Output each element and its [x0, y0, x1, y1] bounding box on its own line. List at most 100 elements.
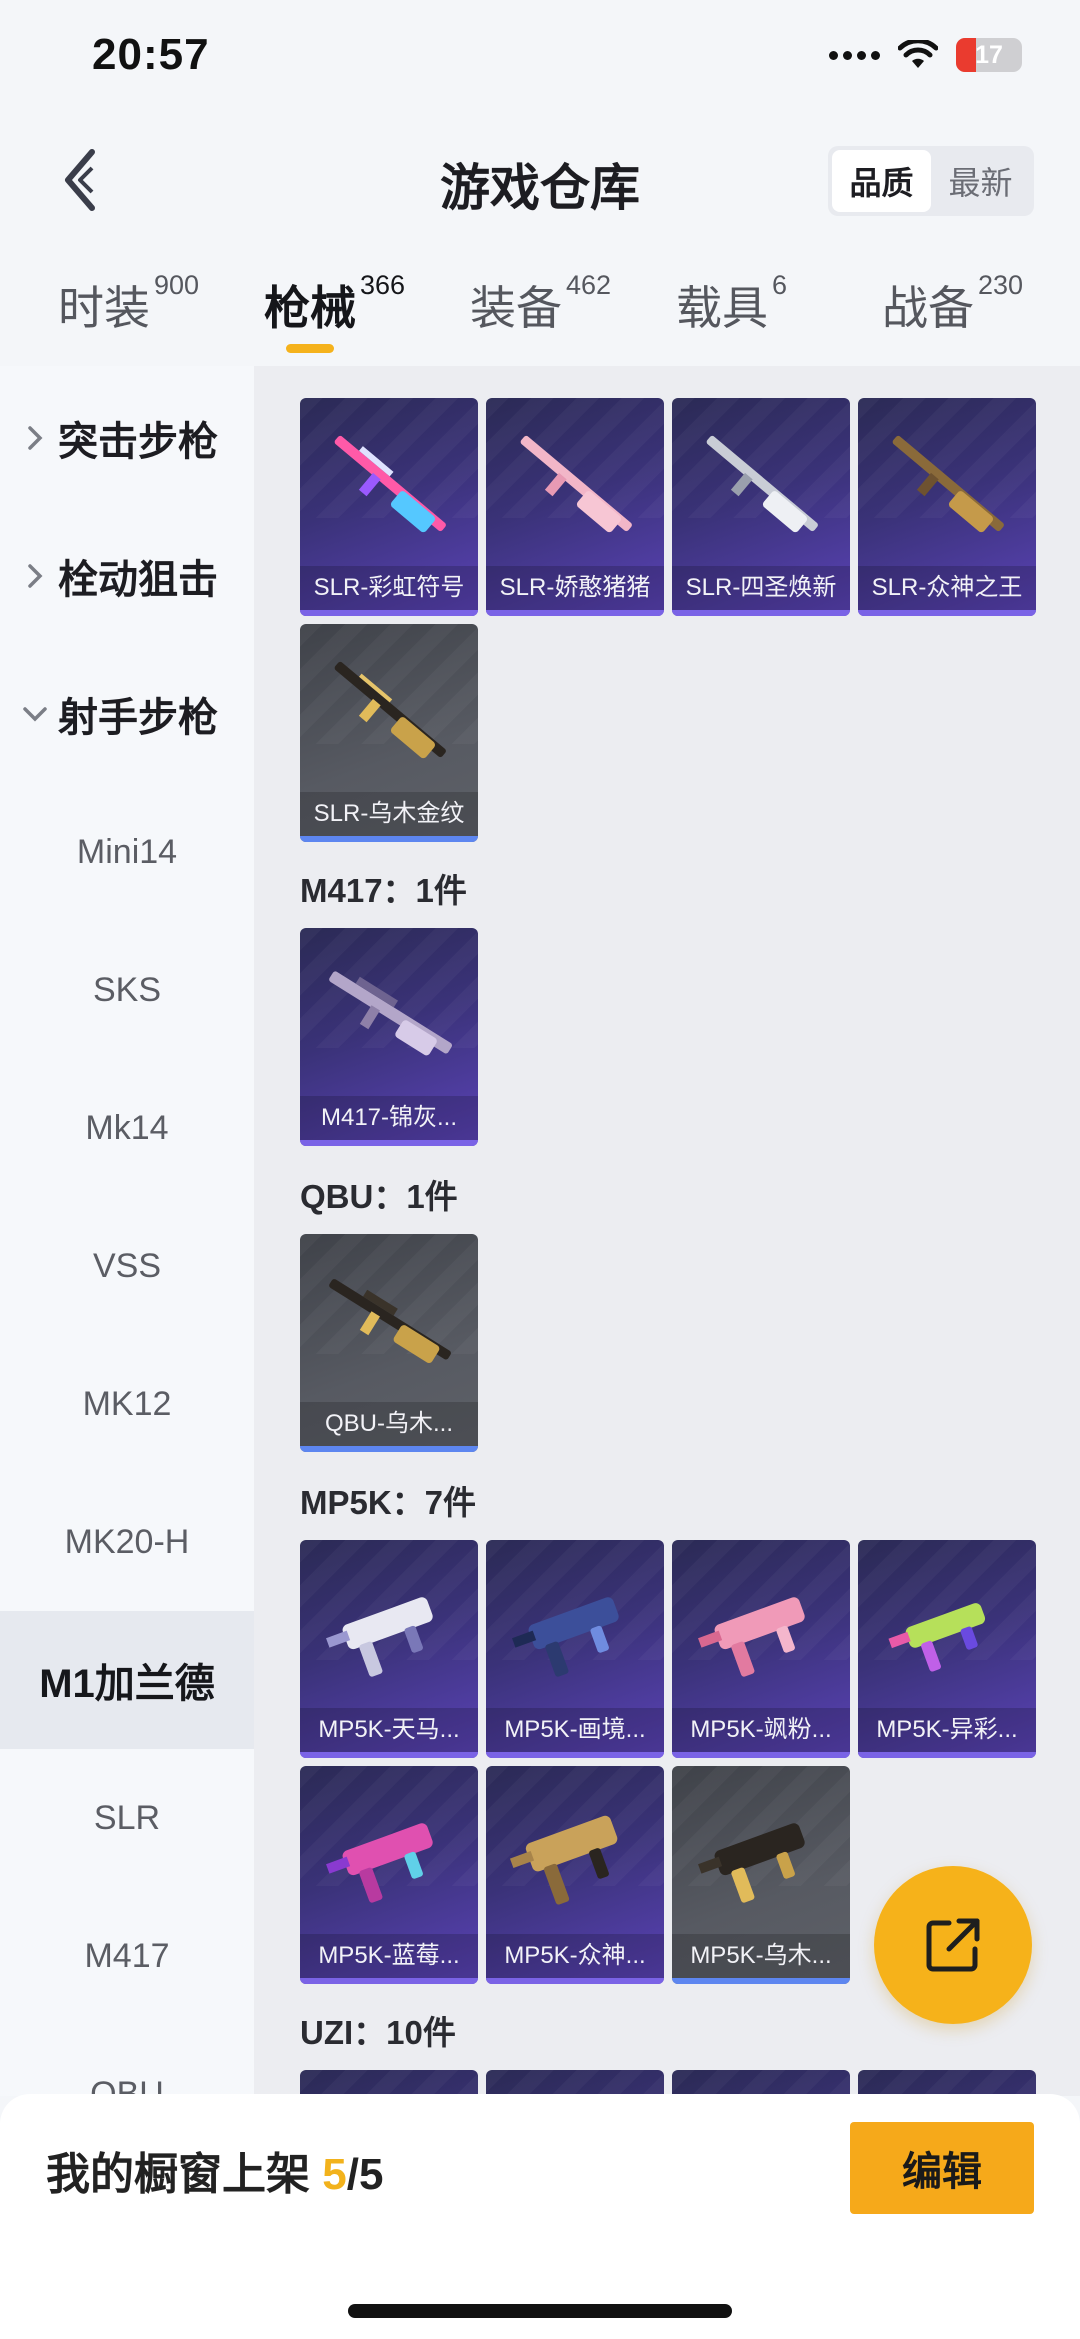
skin-tile[interactable]: MP5K-异彩...: [858, 1540, 1036, 1758]
tab-count: 900: [154, 270, 200, 300]
rifle-icon: [892, 435, 1004, 533]
sidebar-group-assault-rifles[interactable]: 突击步枪: [0, 369, 254, 507]
sidebar-item-mk20h[interactable]: MK20-H: [0, 1473, 254, 1611]
skin-tile[interactable]: MP5K-蓝莓...: [300, 1766, 478, 1984]
sort-toggle: 品质 最新: [828, 146, 1034, 216]
tab-label: 装备: [470, 282, 562, 334]
sidebar-group-bolt-snipers[interactable]: 栓动狙击: [0, 507, 254, 645]
skin-name: MP5K-异彩...: [858, 1708, 1036, 1752]
status-icons: 17: [829, 38, 1022, 72]
skin-tile[interactable]: MP5K-飒粉...: [672, 1540, 850, 1758]
showcase-status: 我的橱窗上架 5/5: [46, 2138, 383, 2202]
skin-name: SLR-众神之王: [858, 566, 1036, 610]
sidebar-item-sks[interactable]: SKS: [0, 921, 254, 1059]
tab-vehicles[interactable]: 载具 6: [676, 270, 788, 338]
skin-name: MP5K-画境...: [486, 1708, 664, 1752]
weapon-skin-list: SLR-彩虹符号 SLR-娇憨猪猪 SLR-四圣焕新 SLR-众神之王 SLR-…: [254, 366, 1080, 2096]
category-tab-bar: 时装 900 枪械 366 装备 462 载具 6 战备 230: [0, 240, 1080, 366]
rifle-icon: [329, 971, 452, 1056]
nav-bar: 游戏仓库 品质 最新: [0, 120, 1080, 240]
skin-tile[interactable]: [300, 2070, 478, 2096]
back-button[interactable]: [50, 142, 110, 218]
showcase-label: 我的橱窗上架: [46, 2150, 323, 2199]
tab-count: 230: [978, 270, 1024, 300]
active-tab-indicator: [286, 344, 334, 353]
sidebar-group-label: 栓动狙击: [58, 558, 218, 602]
skin-tile[interactable]: MP5K-画境...: [486, 1540, 664, 1758]
skin-name: SLR-乌木金纹: [300, 792, 478, 836]
skin-name: SLR-四圣焕新: [672, 566, 850, 610]
skin-name: MP5K-众神...: [486, 1934, 664, 1978]
tab-count: 462: [566, 270, 612, 300]
edit-button[interactable]: 编辑: [850, 2122, 1034, 2214]
section-heading-mp5k: MP5K：7件: [300, 1484, 477, 1521]
tab-firearms[interactable]: 枪械 366: [264, 270, 406, 338]
share-external-icon: [926, 1918, 980, 1972]
sidebar-group-label: 射手步枪: [58, 696, 218, 740]
smg-icon: [326, 1597, 433, 1677]
sidebar-group-label: 突击步枪: [58, 420, 218, 464]
rifle-icon: [706, 435, 818, 533]
chevron-right-icon: [20, 561, 50, 591]
weapon-category-sidebar: 突击步枪 栓动狙击 射手步枪 Mini14 SKS Mk14 VSS MK12 …: [0, 366, 254, 2096]
skin-name: M417-锦灰...: [300, 1096, 478, 1140]
skin-tile[interactable]: QBU-乌木...: [300, 1234, 478, 1452]
sidebar-item-vss[interactable]: VSS: [0, 1197, 254, 1335]
section-heading-uzi: UZI：10件: [300, 2014, 456, 2051]
skin-tile[interactable]: MP5K-天马...: [300, 1540, 478, 1758]
skin-tile[interactable]: SLR-乌木金纹: [300, 624, 478, 842]
smg-icon: [698, 1597, 805, 1677]
wifi-icon: [898, 40, 938, 68]
sort-latest-button[interactable]: 最新: [931, 150, 1030, 212]
tab-equipment[interactable]: 装备 462: [470, 270, 612, 338]
sidebar-item-mk14[interactable]: Mk14: [0, 1059, 254, 1197]
skin-tile[interactable]: SLR-众神之王: [858, 398, 1036, 616]
skin-name: SLR-彩虹符号: [300, 566, 478, 610]
skin-tile[interactable]: [672, 2070, 850, 2096]
showcase-bottom-bar: 我的橱窗上架 5/5 编辑: [0, 2094, 1080, 2339]
showcase-total-count: /5: [346, 2150, 384, 2199]
sidebar-group-marksman-rifles[interactable]: 射手步枪: [0, 645, 254, 783]
back-arrow-icon: [65, 149, 95, 211]
smg-icon: [698, 1823, 805, 1903]
section-heading-qbu: QBU：1件: [300, 1178, 458, 1215]
sidebar-item-mini14[interactable]: Mini14: [0, 783, 254, 921]
smg-icon: [326, 1823, 433, 1903]
status-time: 20:57: [92, 30, 210, 79]
chevron-right-icon: [20, 423, 50, 453]
sidebar-item-mk12[interactable]: MK12: [0, 1335, 254, 1473]
smg-icon: [509, 1815, 618, 1905]
skin-tile[interactable]: MP5K-乌木...: [672, 1766, 850, 1984]
tab-count: 6: [772, 270, 788, 300]
skin-tile[interactable]: [858, 2070, 1036, 2096]
skin-name: MP5K-蓝莓...: [300, 1934, 478, 1978]
skin-tile[interactable]: SLR-娇憨猪猪: [486, 398, 664, 616]
tab-combat-gear[interactable]: 战备 230: [882, 270, 1024, 338]
sidebar-item-m1-garand[interactable]: M1加兰德: [0, 1611, 254, 1749]
chevron-down-icon: [20, 699, 50, 729]
tab-label: 载具: [676, 282, 768, 334]
tab-label: 时装: [58, 282, 150, 334]
tab-fashion[interactable]: 时装 900: [58, 270, 200, 338]
tab-label: 战备: [882, 282, 974, 334]
share-button[interactable]: [874, 1866, 1032, 2024]
skin-tile[interactable]: M417-锦灰...: [300, 928, 478, 1146]
skin-tile[interactable]: SLR-四圣焕新: [672, 398, 850, 616]
tab-label: 枪械: [264, 282, 356, 334]
tab-count: 366: [360, 270, 406, 300]
skin-tile[interactable]: [486, 2070, 664, 2096]
skin-name: MP5K-飒粉...: [672, 1708, 850, 1752]
section-heading-m417: M417：1件: [300, 872, 467, 909]
smg-icon: [512, 1597, 619, 1677]
skin-name: SLR-娇憨猪猪: [486, 566, 664, 610]
sidebar-item-qbu[interactable]: QBU: [0, 2025, 254, 2097]
sort-quality-button[interactable]: 品质: [832, 150, 931, 212]
skin-name: MP5K-天马...: [300, 1708, 478, 1752]
home-indicator[interactable]: [348, 2304, 732, 2318]
skin-tile[interactable]: MP5K-众神...: [486, 1766, 664, 1984]
rifle-icon: [520, 435, 632, 533]
skin-name: MP5K-乌木...: [672, 1934, 850, 1978]
skin-tile[interactable]: SLR-彩虹符号: [300, 398, 478, 616]
sidebar-item-slr[interactable]: SLR: [0, 1749, 254, 1887]
sidebar-item-m417[interactable]: M417: [0, 1887, 254, 2025]
